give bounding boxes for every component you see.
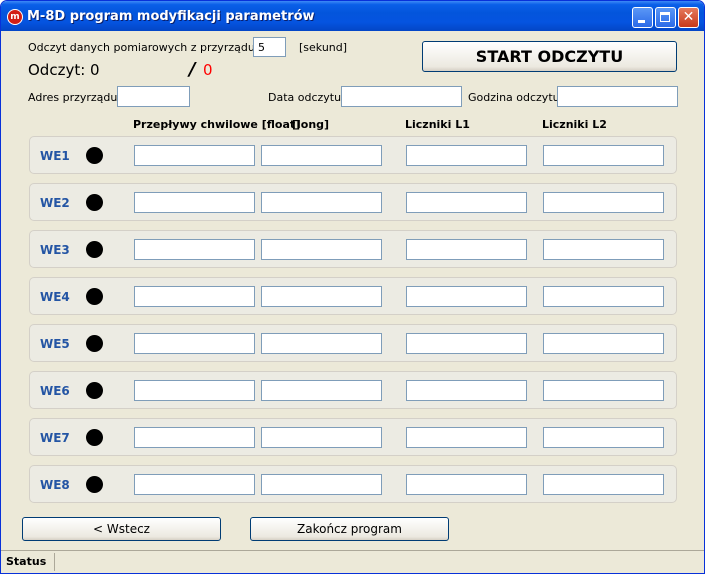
flow-long-field[interactable] — [261, 474, 382, 495]
flow-float-field[interactable] — [134, 380, 255, 401]
counter-l1-field[interactable] — [406, 286, 527, 307]
flow-float-field[interactable] — [134, 427, 255, 448]
flow-float-field[interactable] — [134, 192, 255, 213]
status-led-icon — [86, 194, 103, 211]
counter-l2-field[interactable] — [543, 192, 664, 213]
counter-l1-field[interactable] — [406, 192, 527, 213]
flow-float-field[interactable] — [134, 239, 255, 260]
flow-long-field[interactable] — [261, 145, 382, 166]
flow-float-field[interactable] — [134, 286, 255, 307]
counter-l1-field[interactable] — [406, 333, 527, 354]
error-count: 0 — [203, 61, 213, 79]
back-button[interactable]: < Wstecz — [22, 517, 221, 541]
status-led-icon — [86, 335, 103, 352]
counter-l2-field[interactable] — [543, 427, 664, 448]
status-bar: Status — [1, 550, 704, 573]
channel-label: WE8 — [40, 478, 70, 492]
flow-long-field[interactable] — [261, 427, 382, 448]
channel-row: WE7 — [29, 418, 677, 456]
start-reading-button[interactable]: START ODCZYTU — [422, 41, 677, 72]
interval-input[interactable] — [253, 37, 286, 57]
channel-row: WE3 — [29, 230, 677, 268]
count-separator: / — [189, 59, 196, 80]
status-led-icon — [86, 288, 103, 305]
channel-row: WE1 — [29, 136, 677, 174]
counter-l1-field[interactable] — [406, 380, 527, 401]
channel-label: WE2 — [40, 196, 70, 210]
header-l1: Liczniki L1 — [405, 118, 470, 131]
counter-l2-field[interactable] — [543, 333, 664, 354]
flow-float-field[interactable] — [134, 333, 255, 354]
flow-long-field[interactable] — [261, 380, 382, 401]
maximize-button[interactable] — [655, 7, 676, 28]
counter-l2-field[interactable] — [543, 239, 664, 260]
title-bar[interactable]: m M-8D program modyfikacji parametrów ✕ — [1, 1, 704, 31]
address-label: Adres przyrządu: — [28, 91, 122, 104]
counter-l1-field[interactable] — [406, 145, 527, 166]
status-divider — [54, 553, 55, 571]
flow-float-field[interactable] — [134, 474, 255, 495]
close-button[interactable]: ✕ — [678, 7, 699, 28]
interval-unit: [sekund] — [299, 41, 348, 54]
exit-program-button[interactable]: Zakończ program — [250, 517, 449, 541]
channel-label: WE5 — [40, 337, 70, 351]
window-title: M-8D program modyfikacji parametrów — [27, 9, 315, 24]
channel-label: WE1 — [40, 149, 70, 163]
close-icon: ✕ — [682, 9, 695, 25]
channel-row: WE4 — [29, 277, 677, 315]
date-field[interactable] — [341, 86, 462, 107]
counter-l2-field[interactable] — [543, 145, 664, 166]
flow-float-field[interactable] — [134, 145, 255, 166]
time-field[interactable] — [557, 86, 678, 107]
status-led-icon — [86, 476, 103, 493]
status-led-icon — [86, 429, 103, 446]
minimize-button[interactable] — [632, 7, 653, 28]
app-icon: m — [7, 9, 23, 25]
reading-count: Odczyt: 0 — [28, 61, 100, 79]
channel-row: WE8 — [29, 465, 677, 503]
counter-l1-field[interactable] — [406, 474, 527, 495]
counter-l1-field[interactable] — [406, 239, 527, 260]
header-flow: Przepływy chwilowe [float] — [133, 118, 301, 131]
channel-row: WE2 — [29, 183, 677, 221]
channel-label: WE6 — [40, 384, 70, 398]
maximize-icon — [660, 12, 670, 22]
counter-l2-field[interactable] — [543, 380, 664, 401]
time-label: Godzina odczytu: — [468, 91, 564, 104]
flow-long-field[interactable] — [261, 239, 382, 260]
address-field[interactable] — [117, 86, 190, 107]
interval-label: Odczyt danych pomiarowych z przyrządu co… — [28, 41, 275, 54]
status-text: Status — [6, 555, 47, 568]
counter-l2-field[interactable] — [543, 286, 664, 307]
flow-long-field[interactable] — [261, 333, 382, 354]
counter-l1-field[interactable] — [406, 427, 527, 448]
status-led-icon — [86, 241, 103, 258]
header-long: [long] — [292, 118, 330, 131]
date-label: Data odczytu: — [268, 91, 345, 104]
channel-label: WE3 — [40, 243, 70, 257]
channel-row: WE5 — [29, 324, 677, 362]
status-led-icon — [86, 147, 103, 164]
flow-long-field[interactable] — [261, 192, 382, 213]
channel-label: WE4 — [40, 290, 70, 304]
minimize-icon — [638, 20, 645, 23]
main-window: m M-8D program modyfikacji parametrów ✕ … — [0, 0, 705, 574]
channel-label: WE7 — [40, 431, 70, 445]
header-l2: Liczniki L2 — [542, 118, 607, 131]
counter-l2-field[interactable] — [543, 474, 664, 495]
channel-row: WE6 — [29, 371, 677, 409]
status-led-icon — [86, 382, 103, 399]
flow-long-field[interactable] — [261, 286, 382, 307]
